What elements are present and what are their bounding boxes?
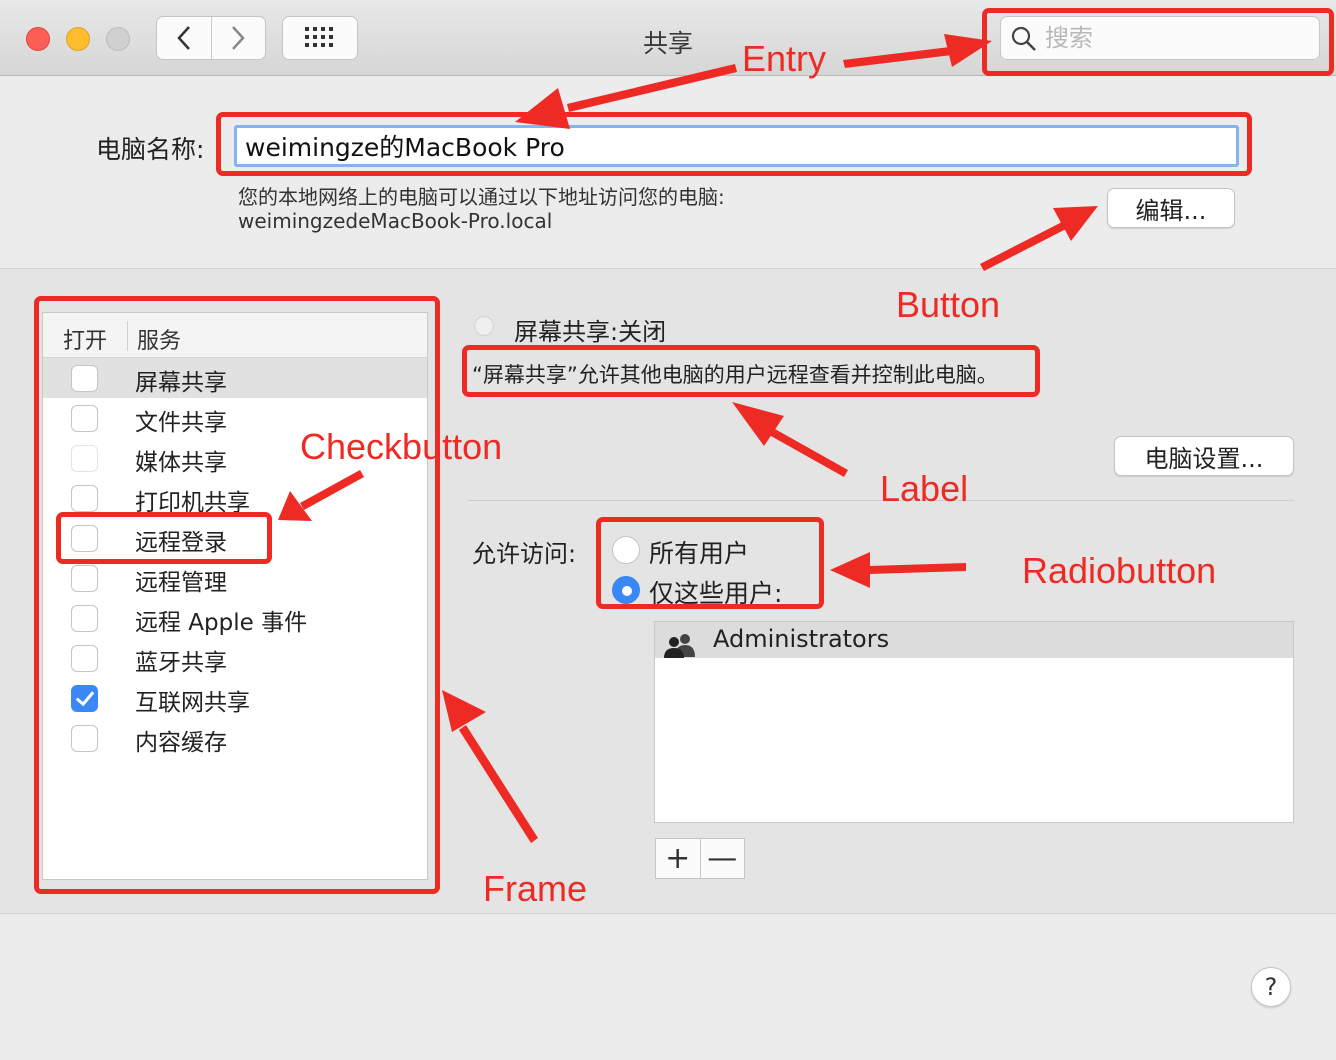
arrow-entry-to-search [843, 34, 992, 68]
arrow-to-frame [442, 690, 538, 843]
arrow-to-label [732, 402, 848, 477]
arrow-to-checkbutton [278, 470, 364, 521]
arrow-to-edit-button [980, 206, 1098, 271]
arrow-to-radiobutton [830, 552, 966, 588]
annotation-arrows [278, 34, 1098, 843]
arrow-entry-to-field [515, 64, 737, 129]
